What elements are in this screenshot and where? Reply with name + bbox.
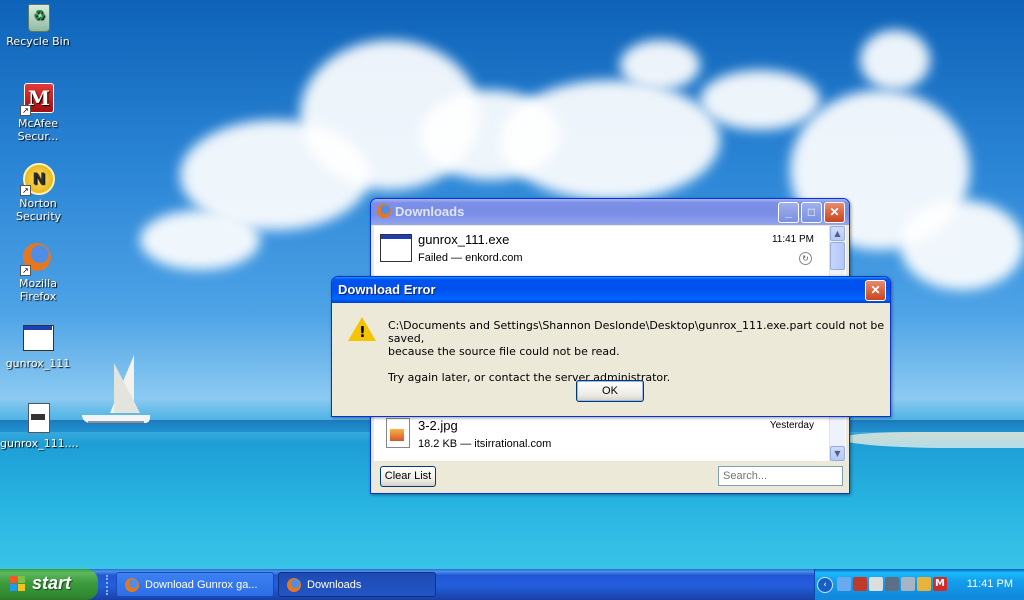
ok-button[interactable]: OK <box>576 380 644 402</box>
desktop-icon-recycle-bin[interactable]: ♻ Recycle Bin <box>0 0 76 48</box>
desktop-icon-label: Mozilla Firefox <box>19 277 57 303</box>
error-dialog-titlebar[interactable]: Download Error ✕ <box>332 277 890 303</box>
sync-icon[interactable] <box>917 577 931 591</box>
error-message-line: C:\Documents and Settings\Shannon Deslon… <box>388 319 885 345</box>
clock[interactable]: 11:41 PM <box>967 569 1013 600</box>
network-icon[interactable] <box>837 577 851 591</box>
desktop-icon-gunrox-part[interactable]: gunrox_111.... <box>0 402 79 450</box>
firefox-icon <box>377 204 391 218</box>
close-icon[interactable]: ✕ <box>865 280 886 301</box>
download-name: gunrox_111.exe <box>418 232 510 247</box>
firefox-icon <box>125 578 139 592</box>
clear-list-button[interactable]: Clear List <box>380 466 436 487</box>
download-name: 3-2.jpg <box>418 418 458 433</box>
taskbar-item-downloads[interactable]: Downloads <box>278 572 436 597</box>
retry-icon[interactable]: ↻ <box>799 252 812 265</box>
window-title: Downloads <box>395 204 465 219</box>
task-label: Downloads <box>307 579 362 591</box>
minimize-icon[interactable]: _ <box>778 202 799 223</box>
error-message-line: because the source file could not be rea… <box>388 345 620 358</box>
desktop-icon-label: Recycle Bin <box>6 35 70 48</box>
list-item[interactable]: 3-2.jpg 18.2 KB — itsirrational.com Yest… <box>378 414 838 454</box>
desktop-icon-norton[interactable]: N ↗ Norton Security <box>0 162 76 223</box>
download-time: Yesterday <box>769 420 814 431</box>
scroll-down-icon[interactable]: ▼ <box>830 446 845 461</box>
application-window-icon <box>380 234 412 262</box>
system-tray: ‹ M 11:41 PM <box>814 569 1024 600</box>
maximize-icon[interactable]: □ <box>801 202 822 223</box>
desktop-icon-firefox[interactable]: ↗ Mozilla Firefox <box>0 242 76 303</box>
norton-icon: N ↗ <box>20 162 55 196</box>
tool-icon[interactable] <box>901 577 915 591</box>
desktop-icon-label: Norton Security <box>16 197 62 223</box>
desktop-icon-mcafee[interactable]: M ↗ McAfee Secur... <box>0 82 76 143</box>
application-window-icon <box>22 322 54 354</box>
taskbar: start Download Gunrox ga... Downloads ‹ … <box>0 569 1024 600</box>
show-hidden-icons-icon[interactable]: ‹ <box>817 577 833 593</box>
mcafee-tray-icon[interactable]: M <box>933 577 947 591</box>
download-status: Failed — enkord.com <box>418 252 523 264</box>
download-time: 11:41 PM <box>771 234 814 245</box>
windows-logo-icon <box>10 576 26 592</box>
display-icon[interactable] <box>885 577 899 591</box>
file-icon <box>22 402 54 434</box>
firefox-icon <box>287 578 301 592</box>
image-file-icon <box>386 418 410 448</box>
firefox-icon: ↗ <box>20 242 54 276</box>
taskbar-grip <box>106 575 111 595</box>
start-button[interactable]: start <box>0 569 98 600</box>
desktop-icon-label: gunrox_111.... <box>0 437 79 450</box>
start-label: start <box>32 573 72 593</box>
recycle-bin-icon: ♻ <box>22 0 54 32</box>
download-error-dialog: Download Error ✕ ! C:\Documents and Sett… <box>331 276 891 417</box>
taskbar-item-download-gunrox[interactable]: Download Gunrox ga... <box>116 572 274 597</box>
search-input[interactable] <box>718 466 843 486</box>
warning-icon-mark: ! <box>359 323 366 341</box>
desktop-icon-label: McAfee Secur... <box>17 117 59 143</box>
scroll-thumb[interactable] <box>830 242 845 270</box>
security-icon[interactable] <box>853 577 867 591</box>
mcafee-icon: M ↗ <box>20 82 54 116</box>
dialog-title: Download Error <box>338 282 436 297</box>
list-item[interactable]: gunrox_111.exe Failed — enkord.com 11:41… <box>378 228 838 268</box>
desktop-icon-label: gunrox_111 <box>5 357 71 370</box>
scroll-up-icon[interactable]: ▲ <box>830 226 845 241</box>
download-status: 18.2 KB — itsirrational.com <box>418 438 552 450</box>
close-icon[interactable]: ✕ <box>824 202 845 223</box>
error-message: C:\Documents and Settings\Shannon Deslon… <box>388 319 890 384</box>
desktop-icon-gunrox-exe[interactable]: gunrox_111 <box>0 322 76 370</box>
task-label: Download Gunrox ga... <box>145 579 258 591</box>
downloads-titlebar[interactable]: Downloads _ □ ✕ <box>371 199 849 225</box>
sailboat-image <box>80 355 152 431</box>
volume-icon[interactable] <box>869 577 883 591</box>
